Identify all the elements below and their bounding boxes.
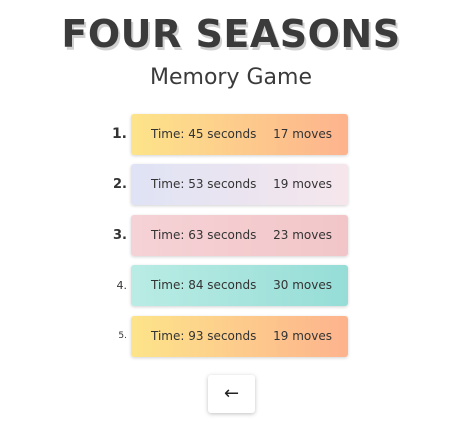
time-label: Time: 45 seconds (151, 127, 257, 141)
arrow-left-icon: ← (223, 383, 240, 404)
rank-number: 4. (116, 279, 128, 292)
moves-label: 30 moves (273, 278, 332, 292)
time-label: Time: 93 seconds (151, 329, 257, 343)
leaderboard-row-5: 5. Time: 93 seconds 19 moves (111, 316, 348, 357)
leaderboard-row-1: 1. Time: 45 seconds 17 moves (111, 114, 348, 155)
rank-number: 1. (111, 126, 127, 142)
moves-label: 23 moves (273, 228, 332, 242)
moves-label: 19 moves (273, 329, 332, 343)
time-label: Time: 53 seconds (151, 177, 257, 191)
game-subtitle: Memory Game (150, 65, 312, 90)
leaderboard-row-4: 4. Time: 84 seconds 30 moves (111, 265, 348, 306)
time-label: Time: 63 seconds (151, 228, 257, 242)
time-label: Time: 84 seconds (151, 278, 257, 292)
score-card: Time: 93 seconds 19 moves (131, 316, 348, 357)
game-title: FOUR SEASONS (61, 12, 401, 56)
leaderboard-row-2: 2. Time: 53 seconds 19 moves (111, 164, 348, 205)
rank-number: 5. (118, 331, 127, 341)
back-button[interactable]: ← (208, 375, 255, 413)
score-card: Time: 63 seconds 23 moves (131, 215, 348, 256)
score-card: Time: 84 seconds 30 moves (131, 265, 348, 306)
moves-label: 17 moves (273, 127, 332, 141)
leaderboard-row-3: 3. Time: 63 seconds 23 moves (111, 215, 348, 256)
rank-number: 3. (113, 228, 127, 243)
moves-label: 19 moves (273, 177, 332, 191)
score-card: Time: 45 seconds 17 moves (131, 114, 348, 155)
rank-number: 2. (113, 177, 127, 192)
score-card: Time: 53 seconds 19 moves (131, 164, 348, 205)
